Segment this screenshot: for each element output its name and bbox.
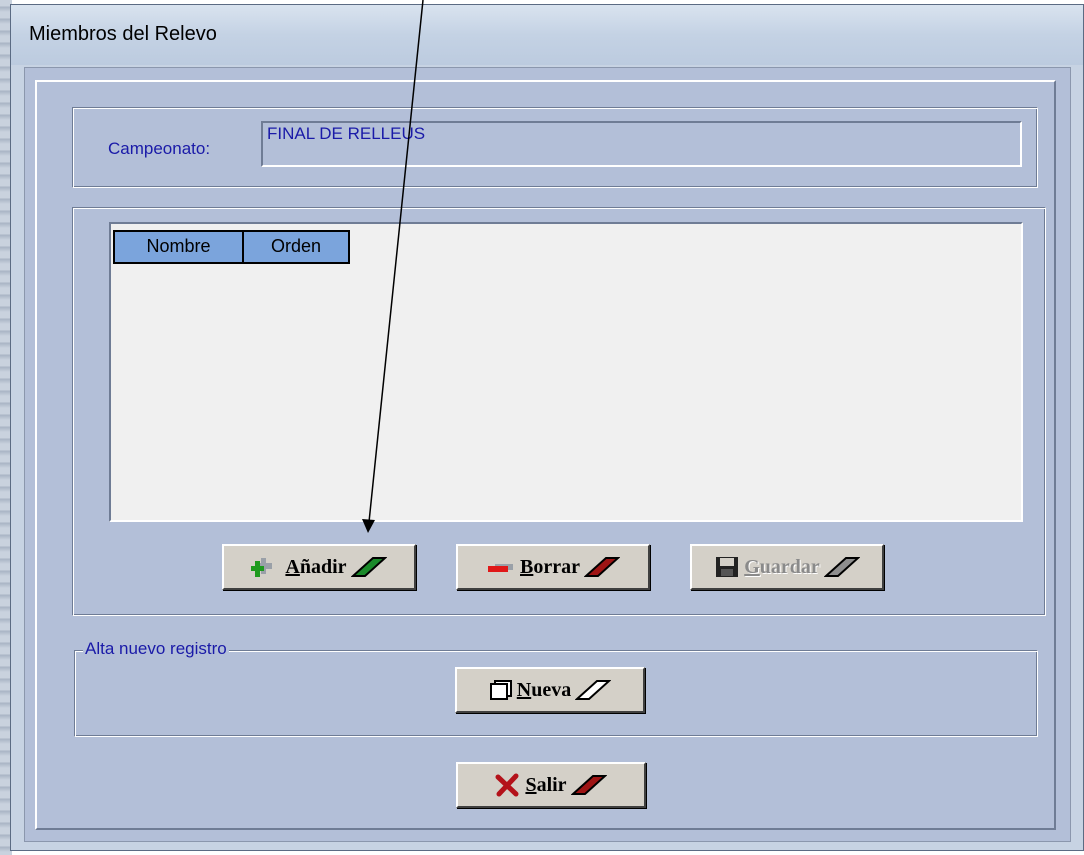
borrar-button[interactable]: Borrar bbox=[456, 544, 650, 590]
campeonato-field[interactable]: FINAL DE RELLEUS bbox=[261, 121, 1022, 167]
dialog-window: Miembros del Relevo Campeonato: FINAL DE… bbox=[10, 4, 1084, 851]
alta-group-legend: Alta nuevo registro bbox=[83, 639, 229, 659]
slash-white-icon bbox=[575, 680, 612, 700]
client-frame: Campeonato: FINAL DE RELLEUS Nombre Orde… bbox=[35, 80, 1056, 830]
campeonato-label: Campeonato: bbox=[108, 139, 211, 158]
floppy-disk-icon bbox=[716, 557, 739, 577]
nueva-button[interactable]: Nueva bbox=[455, 667, 645, 713]
plus-icon bbox=[251, 558, 273, 577]
close-x-icon bbox=[495, 773, 519, 797]
slash-red-icon bbox=[583, 557, 620, 577]
alta-nuevo-registro-group: Alta nuevo registro Nueva bbox=[74, 639, 1038, 737]
client-area: Campeonato: FINAL DE RELLEUS Nombre Orde… bbox=[24, 67, 1071, 842]
members-grid[interactable]: Nombre Orden bbox=[109, 222, 1023, 522]
anadir-button[interactable]: Añadir bbox=[222, 544, 416, 590]
slash-gray-icon bbox=[823, 557, 860, 577]
column-header-orden[interactable]: Orden bbox=[242, 230, 350, 264]
campeonato-group: Campeonato: FINAL DE RELLEUS bbox=[72, 107, 1038, 188]
guardar-label: Guardar bbox=[744, 555, 820, 578]
salir-button[interactable]: Salir bbox=[456, 762, 646, 808]
minus-icon bbox=[488, 564, 513, 572]
slash-red-icon bbox=[570, 775, 607, 795]
members-group: Nombre Orden Añadir Borrar Guardar bbox=[72, 207, 1046, 616]
column-header-nombre[interactable]: Nombre bbox=[113, 230, 244, 264]
salir-label: Salir bbox=[525, 773, 567, 796]
nueva-label: Nueva bbox=[516, 678, 572, 701]
new-page-icon bbox=[489, 680, 512, 700]
slash-green-icon bbox=[350, 557, 387, 577]
borrar-label: Borrar bbox=[520, 555, 580, 578]
anadir-label: Añadir bbox=[285, 555, 347, 578]
window-title: Miembros del Relevo bbox=[29, 23, 217, 45]
guardar-button[interactable]: Guardar bbox=[690, 544, 884, 590]
title-bar[interactable]: Miembros del Relevo bbox=[11, 5, 1083, 65]
